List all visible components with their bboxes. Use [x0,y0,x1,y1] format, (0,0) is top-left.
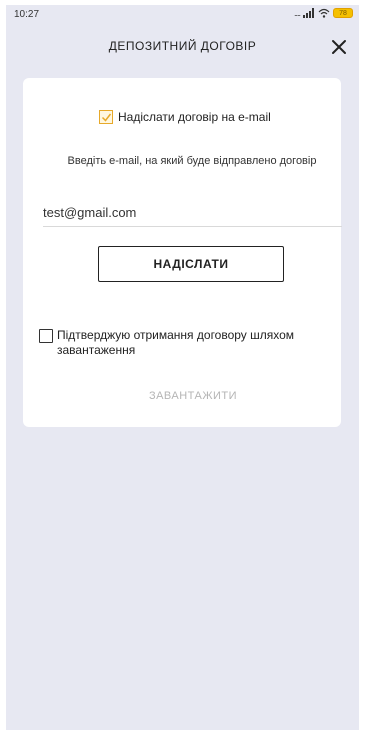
status-icons: .... 78 [294,8,353,18]
battery-icon: 78 [333,8,353,18]
battery-level: 78 [339,10,347,17]
email-field[interactable] [43,199,342,227]
app-screen: 10:27 .... 78 ДЕПОЗИТНИЙ ДОГОВІР Надісла… [6,5,359,730]
status-bar: 10:27 .... 78 [6,5,359,29]
download-option-text: Підтверджую отримання договору шляхом за… [57,328,295,357]
download-option-label: Підтверджую отримання договору шляхом за… [57,328,327,358]
check-icon [101,113,111,122]
email-instruction: Введіть e-mail, на який буде відправлено… [67,155,317,167]
status-time: 10:27 [14,9,40,20]
contract-card: Надіслати договір на e-mail Введіть e-ma… [23,78,342,427]
email-checkbox[interactable] [99,110,113,124]
header: ДЕПОЗИТНИЙ ДОГОВІР [6,33,359,65]
signal-icon [303,8,314,18]
download-option-row[interactable]: Підтверджую отримання договору шляхом за… [39,328,327,358]
email-option-row[interactable]: Надіслати договір на e-mail [99,110,271,124]
signal-dots: .... [293,8,301,18]
close-icon[interactable] [327,35,351,59]
wifi-icon [318,8,330,18]
send-button[interactable]: НАДІСЛАТИ [98,246,284,282]
download-button[interactable]: ЗАВАНТАЖИТИ [123,386,263,406]
page-title: ДЕПОЗИТНИЙ ДОГОВІР [108,39,257,53]
email-option-label: Надіслати договір на e-mail [118,110,271,124]
download-checkbox[interactable] [39,329,53,343]
